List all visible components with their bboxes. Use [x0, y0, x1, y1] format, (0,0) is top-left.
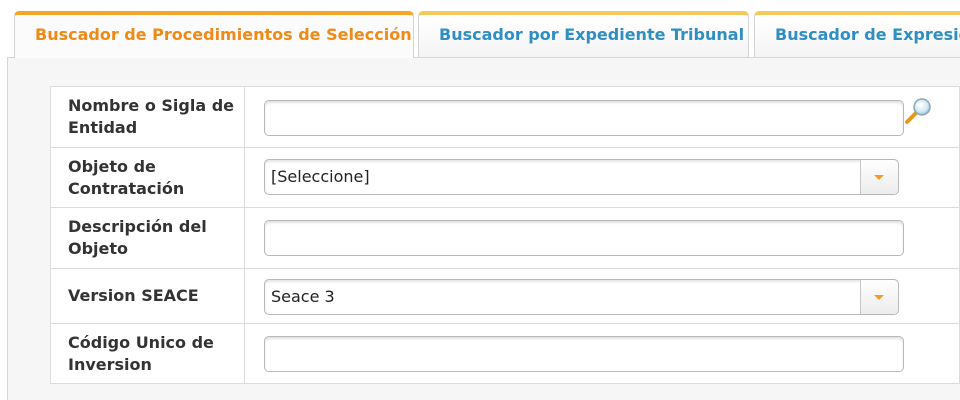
tab-bar: Buscador de Procedimientos de Selección …: [0, 0, 960, 58]
form-row-descripcion: Descripción del Objeto: [50, 207, 960, 269]
entidad-label: Nombre o Sigla de Entidad: [50, 86, 245, 148]
entidad-input[interactable]: [264, 100, 904, 136]
form-row-version: Version SEACE Seace 3: [50, 268, 960, 324]
codigo-input[interactable]: [264, 336, 904, 372]
objeto-cell: [Seleccione]: [244, 147, 960, 208]
version-dropdown-button[interactable]: [860, 280, 898, 314]
form-row-codigo: Código Unico de Inversion: [50, 323, 960, 384]
search-form: Nombre o Sigla de Entidad Objeto de Cont…: [50, 86, 960, 384]
codigo-cell: [244, 323, 960, 384]
version-cell: Seace 3: [244, 268, 960, 324]
version-select[interactable]: Seace 3: [264, 279, 899, 315]
objeto-select[interactable]: [Seleccione]: [264, 159, 899, 195]
descripcion-label: Descripción del Objeto: [50, 207, 245, 269]
version-selected-value: Seace 3: [271, 287, 335, 306]
form-row-entidad: Nombre o Sigla de Entidad: [50, 86, 960, 148]
descripcion-cell: [244, 207, 960, 269]
chevron-down-icon: [874, 175, 884, 180]
magnifier-icon[interactable]: [903, 97, 933, 125]
entidad-cell: [244, 86, 960, 148]
codigo-label: Código Unico de Inversion: [50, 323, 245, 384]
descripcion-input[interactable]: [264, 220, 904, 256]
chevron-down-icon: [874, 295, 884, 300]
tab-expediente-tribunal[interactable]: Buscador por Expediente Tribunal: [418, 11, 749, 57]
objeto-selected-value: [Seleccione]: [271, 167, 370, 186]
objeto-dropdown-button[interactable]: [860, 160, 898, 194]
tab-procedimientos-seleccion[interactable]: Buscador de Procedimientos de Selección: [14, 11, 414, 58]
objeto-label: Objeto de Contratación: [50, 147, 245, 208]
version-label: Version SEACE: [50, 268, 245, 324]
form-row-objeto: Objeto de Contratación [Seleccione]: [50, 147, 960, 208]
tab-expresiones[interactable]: Buscador de Expresiones: [754, 11, 960, 57]
